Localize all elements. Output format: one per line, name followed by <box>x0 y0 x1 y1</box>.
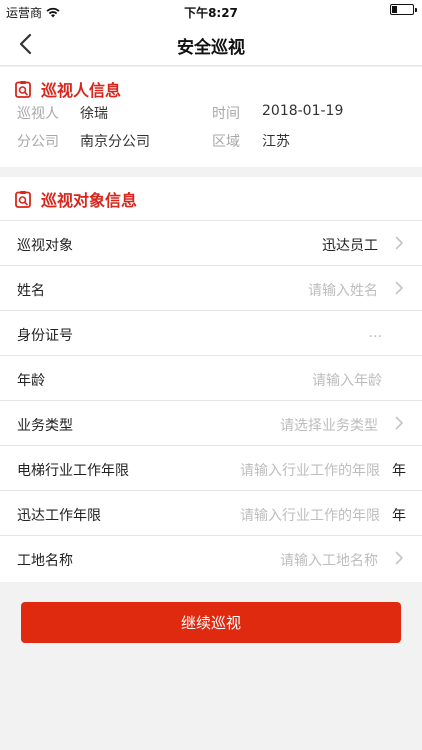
nav-bar: 安全巡视 <box>0 22 422 66</box>
age-label: 年龄 <box>17 373 45 389</box>
region-label: 区域 <box>212 134 240 150</box>
clipboard-search-icon <box>15 190 31 208</box>
name-label: 姓名 <box>17 283 45 299</box>
target-section-title: 巡视对象信息 <box>41 190 138 210</box>
business-type-select[interactable]: 请选择业务类型 <box>280 415 378 435</box>
target-info-section: 巡视对象信息 巡视对象 迅达员工 姓名 请输入姓名 身份证号 ... 年龄 请输… <box>0 177 422 582</box>
industry-years-label: 电梯行业工作年限 <box>17 463 129 479</box>
age-input[interactable]: 请输入年龄 <box>312 370 382 390</box>
schindler-years-input[interactable]: 请输入行业工作的年限 <box>240 505 380 525</box>
page-title: 安全巡视 <box>177 38 245 58</box>
industry-years-input[interactable]: 请输入行业工作的年限 <box>240 460 380 480</box>
age-row[interactable]: 年龄 请输入年龄 <box>0 356 422 401</box>
name-input[interactable]: 请输入姓名 <box>308 280 378 300</box>
chevron-right-icon <box>395 236 403 250</box>
inspection-target-value: 迅达员工 <box>322 238 378 254</box>
inspector-info-section: 巡视人信息 巡视人 徐瑞 时间 2018-01-19 分公司 南京分公司 区域 … <box>0 67 422 167</box>
site-name-label: 工地名称 <box>17 553 73 569</box>
chevron-right-icon <box>395 551 403 565</box>
site-name-input[interactable]: 请输入工地名称 <box>280 550 378 570</box>
target-section-header: 巡视对象信息 <box>0 177 422 221</box>
schindler-years-row[interactable]: 迅达工作年限 请输入行业工作的年限 年 <box>0 491 422 536</box>
id-number-row[interactable]: 身份证号 ... <box>0 311 422 356</box>
inspector-section-title: 巡视人信息 <box>41 81 122 100</box>
inspection-target-label: 巡视对象 <box>17 238 73 254</box>
time-label: 时间 <box>212 106 240 122</box>
branch-value: 南京分公司 <box>80 134 150 150</box>
time-value: 2018-01-19 <box>262 103 344 119</box>
battery-icon <box>390 4 417 15</box>
inspector-label: 巡视人 <box>17 106 59 122</box>
region-value: 江苏 <box>262 134 290 150</box>
clipboard-search-icon <box>15 81 31 98</box>
schindler-years-label: 迅达工作年限 <box>17 508 101 524</box>
site-name-row[interactable]: 工地名称 请输入工地名称 <box>0 536 422 581</box>
years-unit: 年 <box>392 463 406 479</box>
id-number-input[interactable]: ... <box>369 325 382 341</box>
info-row: 分公司 南京分公司 区域 江苏 <box>0 131 422 159</box>
branch-label: 分公司 <box>17 134 59 150</box>
name-row[interactable]: 姓名 请输入姓名 <box>0 266 422 311</box>
chevron-right-icon <box>395 416 403 430</box>
status-right <box>390 4 417 15</box>
continue-inspection-button[interactable]: 继续巡视 <box>21 602 401 643</box>
chevron-right-icon <box>395 281 403 295</box>
id-number-label: 身份证号 <box>17 328 73 344</box>
continue-inspection-label: 继续巡视 <box>180 614 241 632</box>
years-unit: 年 <box>392 508 406 524</box>
info-row: 巡视人 徐瑞 时间 2018-01-19 <box>0 103 422 131</box>
business-type-label: 业务类型 <box>17 418 73 434</box>
business-type-row[interactable]: 业务类型 请选择业务类型 <box>0 401 422 446</box>
inspection-target-row[interactable]: 巡视对象 迅达员工 <box>0 221 422 266</box>
battery-fill <box>392 6 397 13</box>
status-bar: 运营商 下午8:27 <box>0 0 422 22</box>
industry-years-row[interactable]: 电梯行业工作年限 请输入行业工作的年限 年 <box>0 446 422 491</box>
status-time: 下午8:27 <box>184 6 238 20</box>
inspector-value: 徐瑞 <box>80 106 108 122</box>
